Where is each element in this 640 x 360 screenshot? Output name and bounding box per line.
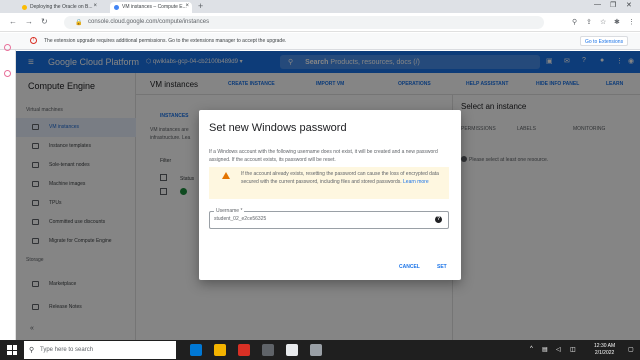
rail-circle-icon[interactable]	[4, 70, 11, 77]
bookmark-star-icon[interactable]: ☆	[600, 18, 606, 26]
url-text: console.cloud.google.com/compute/instanc…	[88, 19, 210, 25]
tray-chevron-icon[interactable]: ^	[530, 346, 533, 352]
network-icon[interactable]: ▤	[542, 346, 548, 353]
tab-favicon-icon	[114, 5, 119, 10]
search-icon: ⚲	[29, 347, 35, 354]
minimize-icon[interactable]: —	[594, 1, 601, 8]
chrome-icon[interactable]	[238, 344, 250, 356]
tab-label: Deploying the Oracle on B...	[30, 4, 93, 10]
set-button[interactable]: SET	[437, 264, 447, 270]
new-tab-icon[interactable]: +	[198, 1, 203, 11]
username-input[interactable]	[214, 216, 414, 222]
back-icon[interactable]: ←	[9, 17, 17, 26]
go-to-extensions-button[interactable]: Go to Extensions	[580, 36, 629, 46]
clock-time: 12:30 AM	[594, 343, 616, 349]
tab-favicon-icon	[22, 5, 27, 10]
close-window-icon[interactable]: ✕	[626, 1, 632, 9]
username-label: Username *	[214, 208, 245, 214]
clock-date: 2/1/2022	[594, 350, 615, 356]
close-tab-icon[interactable]: ×	[185, 3, 189, 9]
set-windows-password-dialog: Set new Windows password If a Windows ac…	[199, 110, 461, 280]
dialog-title: Set new Windows password	[209, 122, 347, 134]
cancel-button[interactable]: CANCEL	[399, 264, 420, 270]
warning-box: If the account already exists, resetting…	[209, 167, 449, 199]
extensions-icon[interactable]: ✱	[614, 18, 620, 26]
maximize-icon[interactable]: ❐	[610, 1, 616, 9]
learn-more-link[interactable]: Learn more	[403, 179, 429, 185]
edge-icon[interactable]	[190, 344, 202, 356]
tab-label: VM instances – Compute E...	[122, 4, 187, 10]
taskbar-search-placeholder: Type here to search	[40, 347, 94, 353]
info-icon: !	[30, 37, 37, 44]
menu-dots-icon[interactable]: ⋮	[628, 18, 635, 26]
warning-text: If the account already exists, resetting…	[241, 170, 441, 186]
system-clock[interactable]: 12:30 AM 2/1/2022	[594, 343, 615, 357]
close-tab-icon[interactable]: ×	[93, 3, 97, 9]
rail-circle-icon[interactable]	[4, 44, 11, 51]
language-icon[interactable]: ◫	[570, 346, 576, 353]
browser-toolbar: ← → ↻ 🔒 console.cloud.google.com/compute…	[0, 13, 640, 32]
address-bar[interactable]: 🔒 console.cloud.google.com/compute/insta…	[64, 16, 544, 29]
forward-icon[interactable]: →	[25, 17, 33, 26]
username-field[interactable]: Username * ?	[209, 208, 449, 229]
notifications-center-icon[interactable]: ▢	[628, 346, 634, 353]
app-icon[interactable]	[286, 344, 298, 356]
browser-tabstrip: Deploying the Oracle on B... × VM instan…	[0, 0, 640, 13]
browser-side-rail	[0, 44, 16, 340]
extension-infobar: ! The extension upgrade requires additio…	[0, 33, 640, 50]
taskbar-search[interactable]: ⚲ Type here to search	[24, 341, 176, 359]
windows-taskbar: ⚲ Type here to search ^ ▤ ◁ ◫ 12:30 AM 2…	[0, 340, 640, 360]
browser-tab-vm-instances[interactable]: VM instances – Compute E... ×	[110, 2, 192, 13]
lock-icon: 🔒	[75, 20, 83, 26]
share-icon[interactable]: ⇪	[586, 18, 592, 26]
zoom-icon[interactable]: ⚲	[572, 18, 577, 26]
infobar-message: The extension upgrade requires additiona…	[44, 38, 287, 44]
browser-tab-deploying[interactable]: Deploying the Oracle on B... ×	[18, 2, 100, 13]
store-icon[interactable]	[262, 344, 274, 356]
help-icon[interactable]: ?	[435, 216, 442, 223]
reload-icon[interactable]: ↻	[41, 17, 48, 26]
app-icon[interactable]	[310, 344, 322, 356]
windows-start-icon[interactable]	[7, 345, 17, 355]
volume-icon[interactable]: ◁	[556, 346, 561, 353]
file-explorer-icon[interactable]	[214, 344, 226, 356]
warning-icon	[222, 172, 230, 179]
dialog-description: If a Windows account with the following …	[209, 149, 438, 163]
